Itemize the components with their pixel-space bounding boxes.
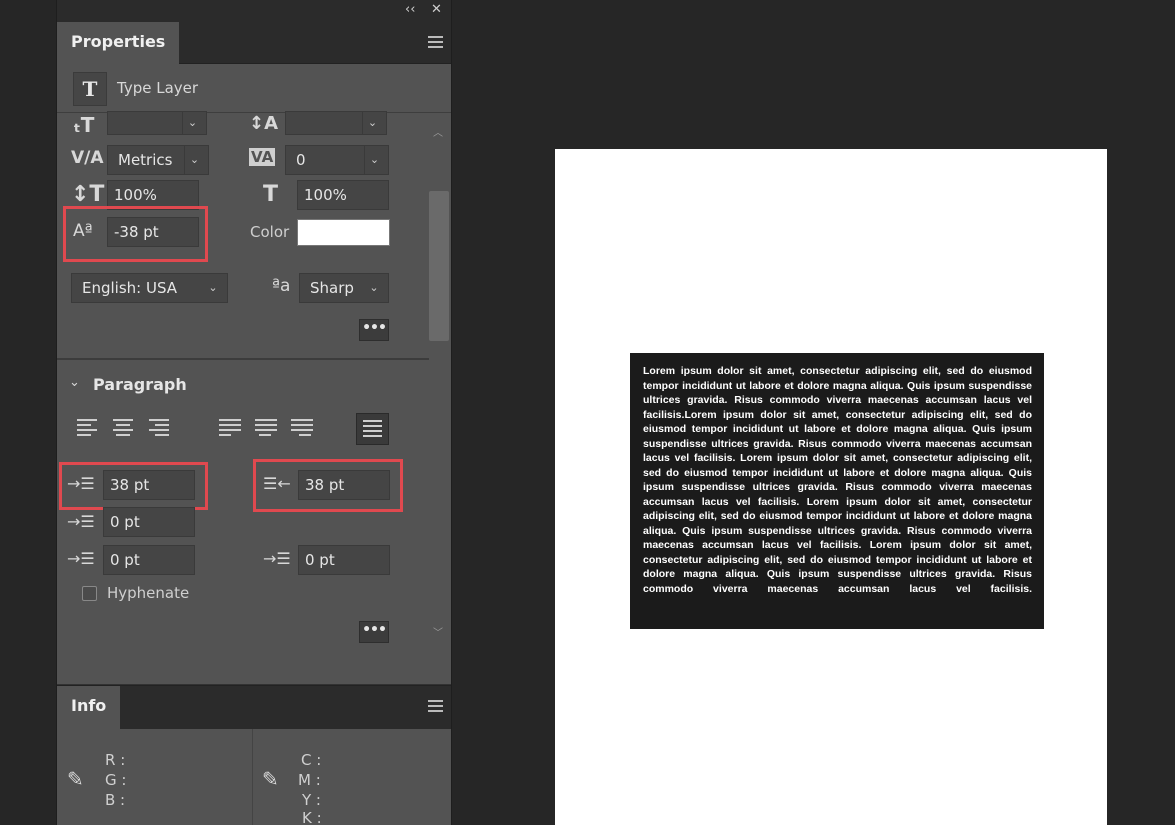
leading-icon: ↕A [249,113,279,134]
tracking-dropdown[interactable]: 0 ⌄ [285,145,389,175]
info-m-label: M : [298,771,321,789]
chevron-down-icon: ⌄ [369,281,379,294]
hamburger-menu-icon[interactable] [428,700,443,712]
space-after-input[interactable]: 0 pt [298,545,390,575]
align-left-icon[interactable] [75,416,101,442]
paragraph-more-options-button[interactable]: ••• [359,621,389,643]
antialias-value: Sharp [310,279,354,297]
chevron-down-icon: ⌄ [362,112,382,134]
kerning-dropdown[interactable]: Metrics ⌄ [107,145,209,175]
chevron-down-icon: ⌄ [184,146,204,174]
color-label: Color [250,223,290,241]
leading-dropdown[interactable]: ⌄ [285,111,387,135]
horizontal-scale-input[interactable]: 100% [297,180,389,210]
chevron-down-icon: ⌄ [208,281,218,294]
text-layer-content: Lorem ipsum dolor sit amet, consectetur … [643,365,1032,595]
scroll-up-arrow[interactable]: ︿ [433,124,443,139]
language-value: English: USA [82,279,178,297]
info-panel: ✎ R : G : B : ✎ C : M : Y : K : [57,729,451,825]
section-divider [57,358,429,360]
tab-properties[interactable]: Properties [57,22,180,65]
eyedropper-icon: ✎ [262,767,279,791]
align-center-icon[interactable] [111,416,137,442]
indent-first-line-icon: →☰ [67,512,95,531]
info-c-label: C : [301,751,322,769]
font-size-icon: ₜT [73,113,95,137]
chevron-down-icon: ⌄ [364,146,384,174]
baseline-shift-input[interactable]: -38 pt [107,217,199,247]
properties-tab-row: Properties [57,22,451,65]
text-layer-box[interactable]: Lorem ipsum dolor sit amet, consectetur … [630,353,1044,629]
color-swatch[interactable] [297,219,390,246]
layer-type-row: T Type Layer [57,64,451,113]
indent-left-icon: →☰ [67,474,95,493]
horizontal-scale-icon: T [263,182,279,207]
chevron-down-icon[interactable]: ⌄ [69,375,80,390]
hyphenate-checkbox[interactable] [82,586,97,601]
panel-stack: ‹‹ ✕ Properties T Type Layer ₜT ⌄ ↕A ⌄ V… [56,0,452,825]
justify-last-center-icon[interactable] [253,416,279,442]
eyedropper-icon: ✎ [67,767,84,791]
character-more-options-button[interactable]: ••• [359,319,389,341]
tracking-value: 0 [296,151,306,169]
align-right-icon[interactable] [147,416,173,442]
indent-left-input[interactable]: 38 pt [103,470,195,500]
tab-info[interactable]: Info [57,686,121,730]
info-b-label: B : [105,791,126,809]
antialias-dropdown[interactable]: Sharp ⌄ [299,273,389,303]
baseline-shift-icon: Aª [73,221,93,241]
info-divider [252,729,253,825]
chevron-down-icon: ⌄ [182,112,202,134]
scrollbar-thumb[interactable] [429,191,449,341]
justify-all-icon[interactable] [356,413,389,445]
vertical-scale-icon: ↕T [71,182,105,207]
close-panels-button[interactable]: ✕ [431,2,442,17]
panel-dock-bar: ‹‹ ✕ [57,0,451,22]
collapse-panels-button[interactable]: ‹‹ [405,2,415,17]
indent-right-icon: ☰← [263,474,291,493]
kerning-value: Metrics [118,151,173,169]
info-g-label: G : [105,771,127,789]
paragraph-section-title[interactable]: Paragraph [93,375,187,394]
hyphenate-label: Hyphenate [107,584,190,602]
justify-last-left-icon[interactable] [217,416,243,442]
antialias-icon: ªa [272,276,291,296]
hamburger-menu-icon[interactable] [428,36,443,48]
space-before-icon: →☰ [67,549,95,568]
indent-right-input[interactable]: 38 pt [298,470,390,500]
type-layer-icon: T [73,72,107,106]
kerning-icon: V/A [71,148,104,168]
scroll-down-arrow[interactable]: ﹀ [433,624,443,639]
properties-panel: T Type Layer ₜT ⌄ ↕A ⌄ V/A Metrics ⌄ VA … [57,64,451,684]
indent-first-line-input[interactable]: 0 pt [103,507,195,537]
space-before-input[interactable]: 0 pt [103,545,195,575]
space-after-icon: →☰ [263,549,291,568]
info-tab-row: Info [57,685,451,730]
info-k-label: K : [302,809,322,825]
font-size-dropdown[interactable]: ⌄ [107,111,207,135]
info-r-label: R : [105,751,126,769]
language-dropdown[interactable]: English: USA ⌄ [71,273,228,303]
tracking-icon: VA [249,148,276,166]
info-y-label: Y : [302,791,321,809]
layer-type-label: Type Layer [117,79,199,97]
justify-last-right-icon[interactable] [289,416,315,442]
